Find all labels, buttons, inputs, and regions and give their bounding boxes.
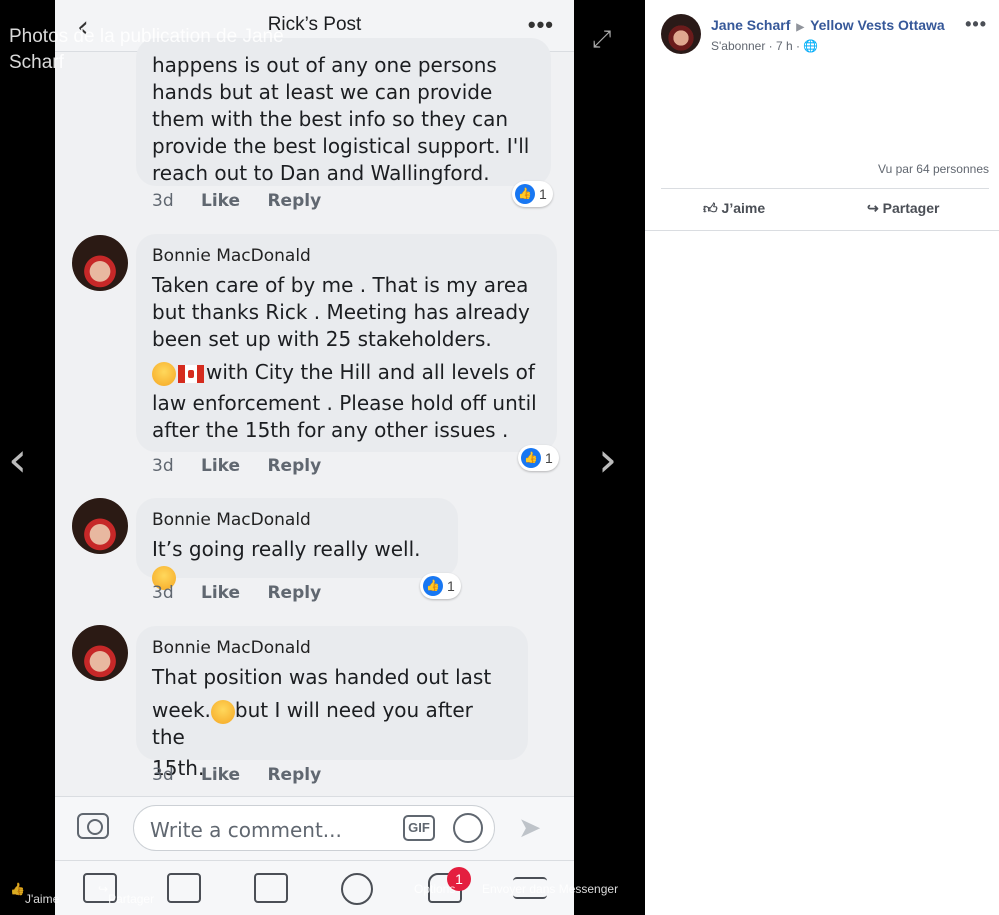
comment-line: It’s going really really well. xyxy=(152,537,421,561)
comment-author: Bonnie MacDonald xyxy=(152,510,311,530)
send-messenger-button[interactable]: Envoyer dans Messenger xyxy=(482,882,618,896)
avatar xyxy=(72,235,128,291)
comment-meta: 3d Like Reply xyxy=(152,191,343,211)
like-link: Like xyxy=(201,191,241,211)
comment-line: with City the Hill and all levels of xyxy=(206,360,535,384)
like-link: Like xyxy=(201,765,241,785)
comment-author: Bonnie MacDonald xyxy=(152,638,311,658)
divider xyxy=(645,230,999,231)
like-link: Like xyxy=(201,456,241,476)
reply-link: Reply xyxy=(267,765,322,785)
globe-icon: 🌐 xyxy=(803,39,819,53)
subscribe-link[interactable]: S'abonner xyxy=(711,39,765,53)
viewer-bottom-bar: 👍 J'aime ↪ Partager Options Envoyer dans… xyxy=(0,872,645,906)
like-button[interactable]: 👍︎ J’aime xyxy=(703,200,765,217)
more-icon: ••• xyxy=(527,12,554,37)
comment-text-line: It’s going really really well. xyxy=(152,536,442,590)
group-name-link[interactable]: Yellow Vests Ottawa xyxy=(810,17,945,33)
expand-icon[interactable]: ⤢ xyxy=(592,26,611,54)
reaction-count: 👍 1 xyxy=(512,181,553,207)
comment-line: Taken care of by me . That is my area xyxy=(152,273,529,297)
comment-line: That position was handed out last xyxy=(152,665,492,689)
gif-icon: GIF xyxy=(403,815,435,841)
comment-line-emoji: with City the Hill and all levels of xyxy=(152,359,541,386)
send-icon: ➤ xyxy=(518,812,542,843)
comment-line: them with the best info so they can xyxy=(152,107,509,131)
photo-viewer: ‹ Rick’s Post ••• happens is out of any … xyxy=(0,0,645,915)
divider xyxy=(661,188,989,189)
smile-emoji-icon xyxy=(210,699,235,724)
comment-meta: 3d Like Reply xyxy=(152,456,343,476)
camera-icon xyxy=(77,813,109,839)
post-time[interactable]: 7 h xyxy=(776,39,793,53)
comment-input: Write a comment... xyxy=(133,805,495,851)
comment-line: reach out to Dan and Wallingford. xyxy=(152,161,490,185)
reaction-number: 1 xyxy=(539,186,547,202)
comment-composer: Write a comment... GIF ➤ xyxy=(55,796,574,860)
reply-link: Reply xyxy=(267,583,322,603)
comment-line: law enforcement . Please hold off until xyxy=(152,391,537,415)
reaction-number: 1 xyxy=(545,450,553,466)
viewer-share-label: Partager xyxy=(108,892,155,906)
comment-time: 3d xyxy=(152,456,174,476)
comment-bubble: Bonnie MacDonald Taken care of by me . T… xyxy=(136,234,557,452)
comment-meta: 3d Like Reply xyxy=(152,583,343,603)
photo-caption: Photos de la publication de Jane Scharf xyxy=(9,26,284,73)
share-label: Partager xyxy=(882,200,940,216)
comment-line: after the 15th for any other issues . xyxy=(152,418,509,442)
reply-link: Reply xyxy=(267,191,322,211)
comment-bubble: Bonnie MacDonald That position was hande… xyxy=(136,626,528,780)
comment-time: 3d xyxy=(152,583,174,603)
comment-meta: 3d Like Reply xyxy=(152,765,343,785)
comment-bubble: Bonnie MacDonald It’s going really reall… xyxy=(136,498,458,590)
author-avatar[interactable] xyxy=(661,14,701,54)
post-sidebar: Jane Scharf ▶ Yellow Vests Ottawa S'abonne… xyxy=(645,0,999,915)
previous-arrow-icon[interactable]: ‹ xyxy=(8,432,27,488)
canada-flag-icon xyxy=(178,364,204,383)
avatar xyxy=(72,625,128,681)
reaction-count: 👍 1 xyxy=(518,445,559,471)
thumbs-up-icon: 👍︎ xyxy=(703,200,718,216)
comment-line: provide the best logistical support. I'l… xyxy=(152,134,530,158)
reply-link: Reply xyxy=(267,456,322,476)
next-arrow-icon[interactable]: › xyxy=(598,432,617,488)
smile-emoji-icon xyxy=(152,361,176,386)
post-photo: ‹ Rick’s Post ••• happens is out of any … xyxy=(55,0,574,915)
like-label: J’aime xyxy=(721,200,766,216)
avatar xyxy=(72,498,128,554)
comment-line: been set up with 25 stakeholders. xyxy=(152,327,492,351)
sticker-icon xyxy=(453,813,483,843)
thumbs-up-icon: 👍 xyxy=(515,184,535,204)
reaction-count: 👍 1 xyxy=(420,573,461,599)
comment-line: but thanks Rick . Meeting has already xyxy=(152,300,530,324)
post-author-line: Jane Scharf ▶ Yellow Vests Ottawa xyxy=(711,17,945,33)
view-count: Vu par 64 personnes xyxy=(878,162,989,176)
share-button[interactable]: ↪ Partager xyxy=(867,200,939,217)
viewer-options-button[interactable]: Options xyxy=(414,882,455,896)
thumbs-up-icon: 👍 xyxy=(521,448,541,468)
comment-time: 3d xyxy=(152,191,174,211)
comment-line: week. xyxy=(152,698,211,722)
triangle-right-icon: ▶ xyxy=(796,22,805,33)
share-icon: ↪ xyxy=(867,200,879,216)
comment-text-line: week. but I will need you after the xyxy=(152,697,512,751)
comment-line: hands but at least we can provide xyxy=(152,80,493,104)
comment-time: 3d xyxy=(152,765,174,785)
comment-author: Bonnie MacDonald xyxy=(152,246,311,266)
viewer-share-button[interactable]: ↪ Partager xyxy=(98,882,154,906)
author-name-link[interactable]: Jane Scharf xyxy=(711,17,790,33)
thumbs-up-icon: 👍 xyxy=(423,576,443,596)
viewer-like-label: J'aime xyxy=(24,892,60,906)
reaction-number: 1 xyxy=(447,578,455,594)
viewer-like-button[interactable]: 👍 J'aime xyxy=(10,882,59,906)
like-link: Like xyxy=(201,583,241,603)
post-subline: S'abonner · 7 h · 🌐 xyxy=(711,39,819,53)
more-options-icon[interactable]: ••• xyxy=(965,14,987,35)
post-actions: 👍︎ J’aime ↪ Partager xyxy=(645,196,999,224)
